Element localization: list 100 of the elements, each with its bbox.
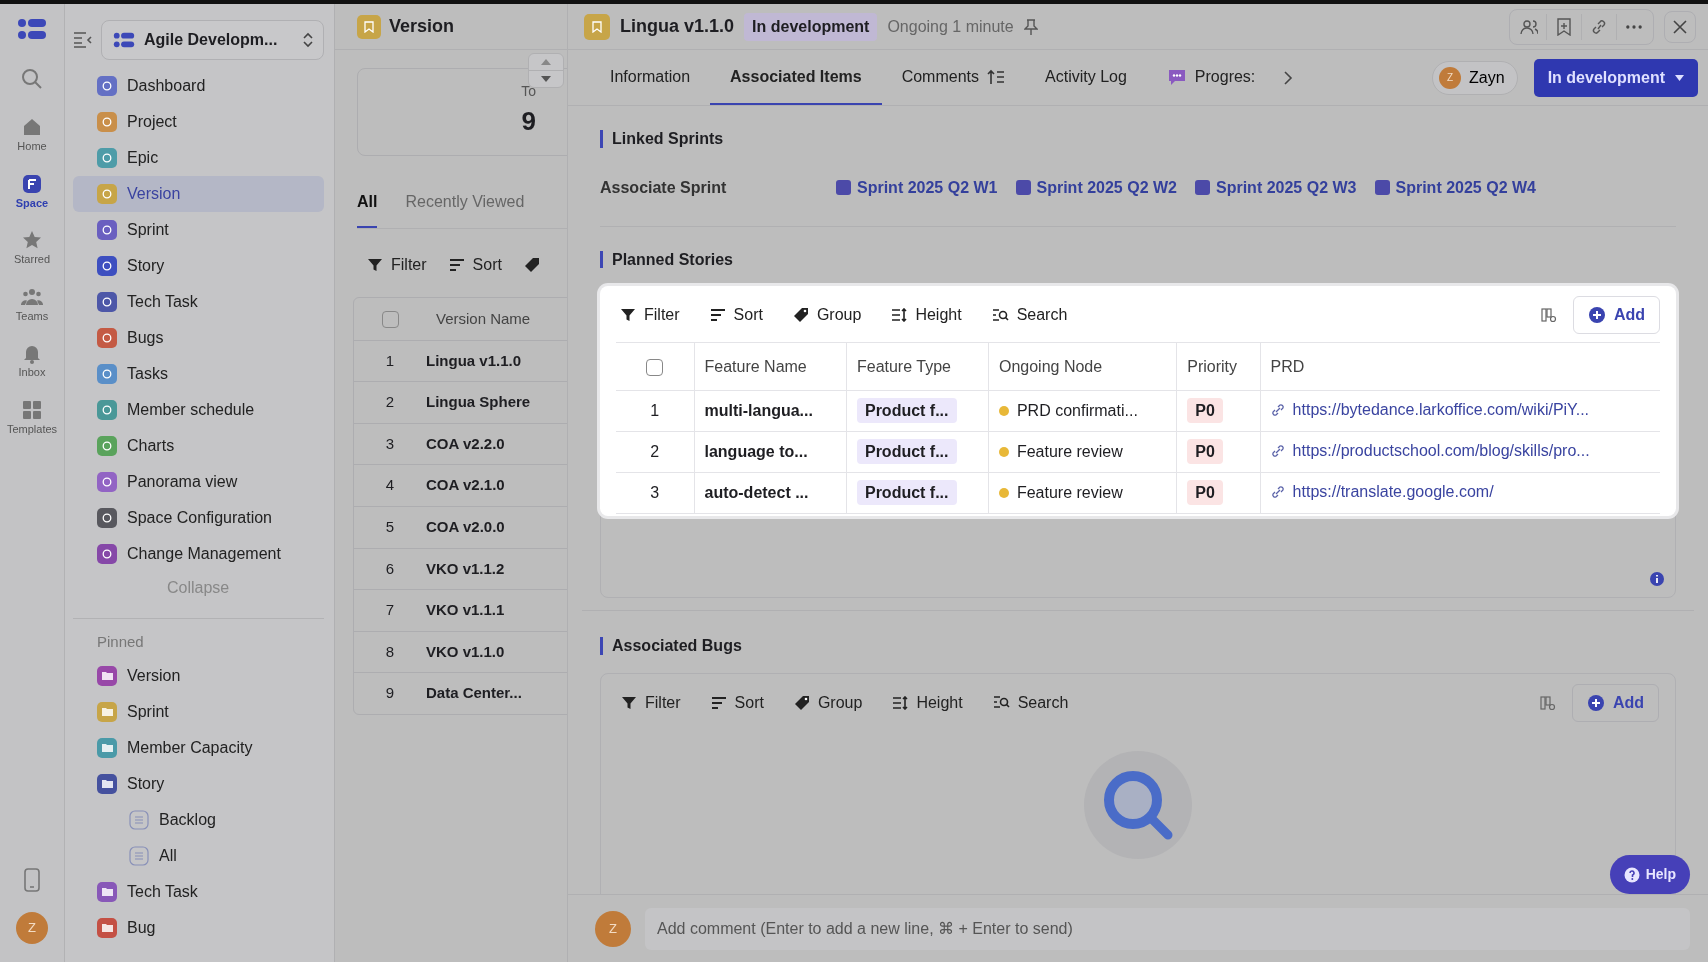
search-icon[interactable] [21, 68, 43, 90]
row-height-icon [892, 695, 909, 710]
sprint-link[interactable]: Sprint 2025 Q2 W4 [1374, 175, 1536, 200]
sidebar-item[interactable]: Project [73, 104, 324, 140]
status-dropdown[interactable]: In development [1533, 58, 1698, 97]
sidebar-item[interactable]: Epic [73, 140, 324, 176]
assignee-chip[interactable]: Z Zayn [1432, 60, 1518, 95]
prd-link[interactable]: https://translate.google.com/ [1270, 480, 1494, 505]
toolbar-button[interactable]: Filter [367, 253, 427, 277]
panel-title: Version [389, 15, 455, 38]
sidebar-item[interactable]: Story [73, 248, 324, 284]
sprint-link[interactable]: Sprint 2025 Q2 W3 [1195, 175, 1357, 200]
sidebar-item[interactable]: Dashboard [73, 68, 324, 104]
sidebar-item[interactable]: Space Configuration [73, 500, 324, 536]
toolbar-button[interactable]: Sort [710, 690, 764, 715]
columns-settings-icon[interactable] [1540, 307, 1557, 324]
column-header: Feature Type [846, 342, 989, 391]
pinned-item[interactable]: Sprint [73, 693, 324, 730]
rail-item[interactable]: Home [2, 110, 62, 161]
sidebar-item[interactable]: Tech Task [73, 284, 324, 320]
toolbar-button[interactable]: Filter [620, 303, 680, 328]
pin-icon[interactable] [1023, 18, 1038, 35]
toolbar-button[interactable]: Search [991, 303, 1068, 328]
toolbar-button[interactable]: Height [891, 303, 962, 328]
select-all-checkbox[interactable] [646, 358, 664, 376]
pinned-item[interactable]: Backlog [73, 801, 324, 838]
link-icon [1590, 17, 1608, 36]
rail-item[interactable]: Starred [2, 223, 62, 274]
pinned-item[interactable]: Version [73, 657, 324, 694]
sidebar-item[interactable]: Version [73, 176, 324, 212]
table-row[interactable]: 2 Lingua Sphere [354, 381, 567, 423]
pinned-item[interactable]: Bug [73, 909, 324, 946]
collapse-sidebar-icon[interactable] [73, 31, 93, 49]
rail-item[interactable]: Inbox [2, 336, 62, 387]
sidebar-item[interactable]: Tasks [73, 356, 324, 392]
tab[interactable]: Associated Items [710, 50, 882, 105]
info-icon[interactable] [1649, 571, 1665, 588]
select-all-checkbox[interactable] [381, 311, 399, 329]
prd-link[interactable]: https://bytedance.larkoffice.com/wiki/PiY... [1270, 398, 1590, 423]
toolbar-button[interactable]: Sort [709, 303, 763, 328]
table-row[interactable]: 9 Data Center... [354, 672, 567, 714]
tag-icon[interactable] [523, 257, 540, 273]
sidebar-item[interactable]: Change Management [73, 536, 324, 572]
table-row[interactable]: 3 COA v2.2.0 [354, 422, 567, 465]
table-row[interactable]: 6 VKO v1.1.2 [354, 547, 567, 590]
pinned-item[interactable]: Tech Task [73, 873, 324, 910]
add-button[interactable]: Add [1572, 296, 1660, 335]
sidebar-item[interactable]: Bugs [73, 320, 324, 356]
add-button[interactable]: Add [1571, 683, 1659, 722]
rail-item[interactable]: Teams [2, 279, 62, 330]
app-logo[interactable] [16, 18, 48, 40]
link-icon [1270, 403, 1285, 418]
tab[interactable]: All [357, 190, 378, 228]
tab[interactable]: Information [590, 50, 711, 105]
toolbar-button[interactable]: Height [892, 690, 963, 715]
toolbar-button[interactable]: Group [792, 303, 862, 328]
sidebar-item[interactable]: Sprint [73, 212, 324, 248]
pinned-item[interactable]: Member Capacity [73, 729, 324, 766]
sidebar-item[interactable]: Member schedule [73, 392, 324, 428]
sidebar-item[interactable]: Charts [73, 428, 324, 464]
close-button[interactable] [1664, 10, 1696, 43]
toolbar-button[interactable]: Sort [448, 253, 502, 277]
star-icon [21, 229, 43, 251]
sidebar-item[interactable]: Panorama view [73, 464, 324, 500]
help-button[interactable]: Help [1609, 855, 1690, 894]
pinned-item[interactable]: Story [73, 765, 324, 802]
table-row[interactable]: 8 VKO v1.1.0 [354, 630, 567, 673]
tab[interactable]: Comments [881, 50, 1025, 105]
comment-input[interactable]: Add comment (Enter to add a new line, ⌘ + Enter to send) [645, 907, 1690, 950]
phone-icon[interactable] [24, 868, 40, 892]
tab[interactable]: Activity Log [1025, 50, 1147, 105]
toolbar-button[interactable]: Search [992, 690, 1069, 715]
list-icon [129, 809, 149, 830]
status-dot-icon [998, 406, 1009, 417]
workspace-selector[interactable]: Agile Developm... [101, 20, 324, 60]
row-number: 6 [384, 558, 396, 579]
stat-value: 9 [521, 105, 536, 138]
columns-settings-icon[interactable] [1539, 694, 1556, 711]
toolbar-button[interactable]: Group [793, 690, 863, 715]
table-row[interactable]: 4 COA v2.1.0 [354, 464, 567, 506]
space-icon [21, 172, 43, 195]
tab[interactable]: Progres: [1146, 50, 1276, 105]
rail-item[interactable]: Templates [2, 392, 62, 443]
sprint-link[interactable]: Sprint 2025 Q2 W2 [1015, 175, 1177, 200]
table-row[interactable]: 1 Lingua v1.1.0 [354, 339, 567, 382]
prd-link[interactable]: https://productschool.com/blog/skills/pro... [1270, 439, 1590, 464]
rail-item[interactable]: Space [2, 166, 62, 217]
search-icon [991, 307, 1009, 323]
duration-text: Ongoing 1 minute [887, 16, 1014, 37]
pinned-item[interactable]: All [73, 837, 324, 874]
toolbar-button[interactable]: Filter [621, 690, 681, 715]
table-row[interactable]: 5 COA v2.0.0 [354, 505, 567, 548]
table-cell-text: VKO v1.1.0 [426, 641, 505, 662]
chat-icon [1166, 67, 1187, 86]
plus-icon [1587, 306, 1606, 325]
help-icon [1623, 866, 1640, 883]
table-row[interactable]: 7 VKO v1.1.1 [354, 589, 567, 631]
type-tag: Product f... [856, 398, 957, 424]
sprint-link[interactable]: Sprint 2025 Q2 W1 [836, 175, 998, 200]
column-header: Version Name [435, 308, 531, 329]
